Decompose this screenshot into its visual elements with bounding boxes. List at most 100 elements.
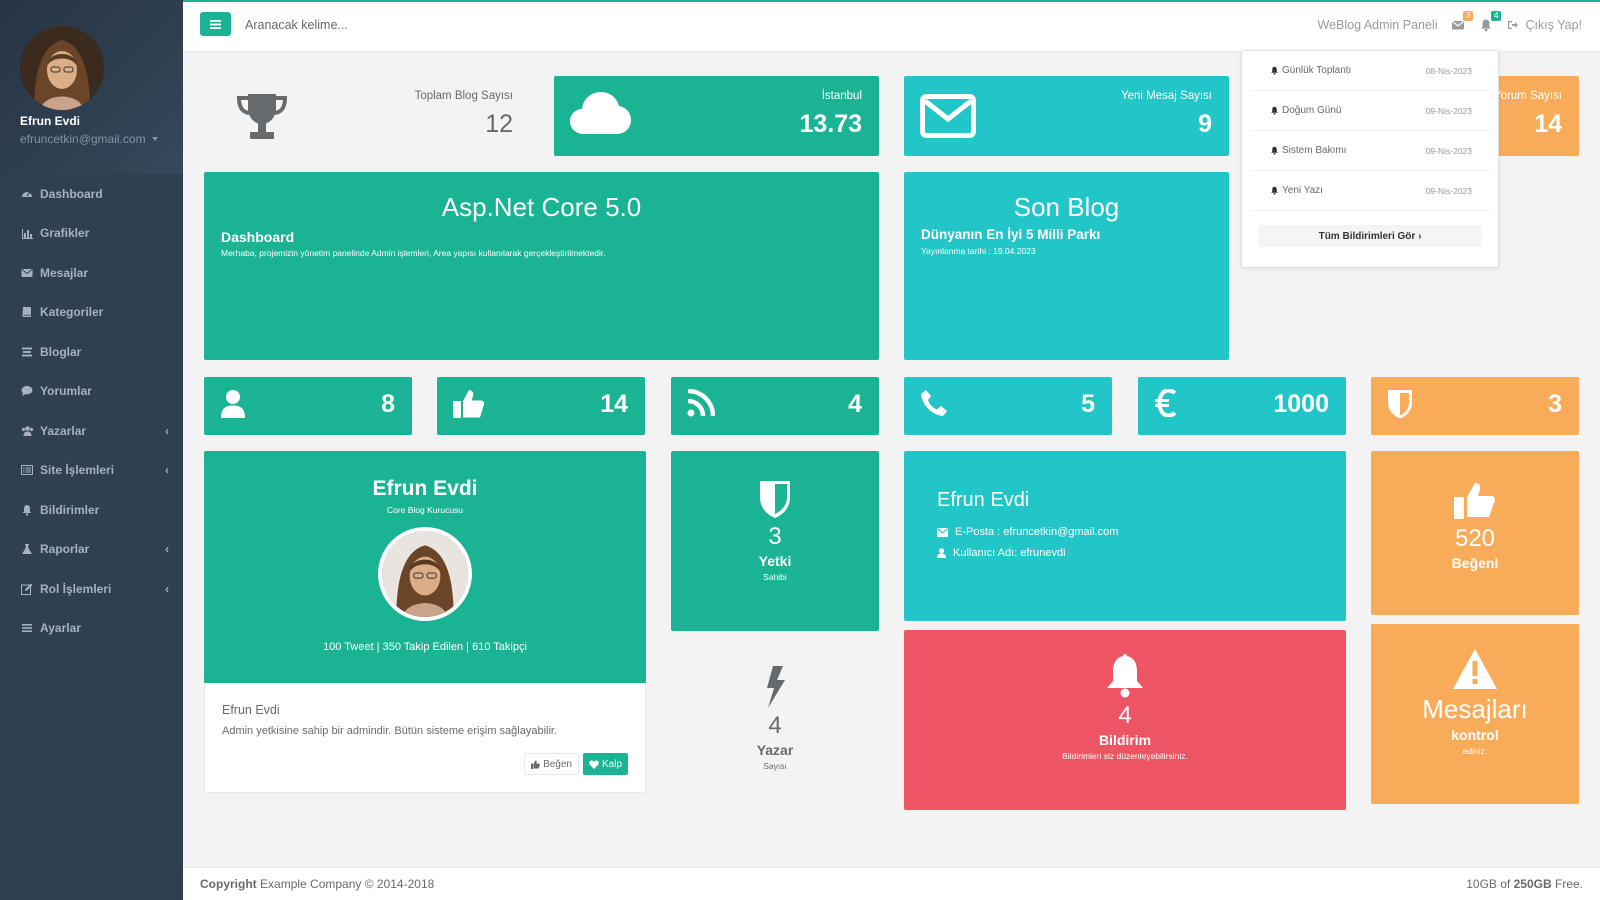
trophy-icon (236, 94, 288, 139)
footer: Copyright Example Company © 2014-2018 10… (183, 867, 1600, 900)
notification-item[interactable]: Sistem Bakımı 09-Nis-2023 (1250, 131, 1490, 171)
sidebar-item-rol-i-şlemleri[interactable]: Rol İşlemleri ‹ (0, 569, 183, 609)
notification-value: 4 (1118, 702, 1132, 729)
sidebar-item-label: Kategoriler (40, 305, 104, 320)
sidebar-item-yazarlar[interactable]: Yazarlar ‹ (0, 411, 183, 451)
contact-name: Efrun Evdi (937, 489, 1030, 511)
sidebar-item-mesajlar[interactable]: Mesajlar (0, 253, 183, 293)
sidebar-item-yorumlar[interactable]: Yorumlar (0, 372, 183, 412)
footer-copyright: Copyright Example Company © 2014-2018 (200, 877, 434, 891)
last-blog-panel: Son Blog Dünyanın En İyi 5 Milli Parkı Y… (904, 172, 1229, 360)
notification-title: Doğum Günü (1282, 105, 1342, 116)
notification-date: 08-Nis-2023 (1425, 65, 1472, 76)
stack-icon (21, 346, 33, 358)
sidebar-item-ayarlar[interactable]: Ayarlar (0, 609, 183, 649)
see-all-label: Tüm Bildirimleri Gör (1318, 230, 1416, 242)
sidebar-item-raporlar[interactable]: Raporlar ‹ (0, 530, 183, 570)
authority-label: Yetki (758, 553, 792, 569)
heart-icon (589, 760, 599, 769)
new-messages-value: 9 (1198, 110, 1212, 138)
notification-date: 09-Nis-2023 (1425, 145, 1472, 156)
profile-email: efruncetkin@gmail.com (20, 132, 146, 146)
messages-control-sub: ediniz. (1462, 746, 1488, 756)
blog-count-value: 12 (485, 110, 513, 138)
profile-bio-name: Efrun Evdi (222, 703, 280, 717)
weather-temp: 13.73 (799, 110, 862, 138)
bell-icon (1270, 106, 1279, 115)
book-icon (21, 306, 33, 318)
sidebar-item-dashboard[interactable]: Dashboard (0, 174, 183, 214)
new-messages-label: Yeni Mesaj Sayısı (1121, 90, 1212, 102)
sidebar-item-label: Bildirimler (40, 502, 100, 517)
thumbs-up-icon (1454, 483, 1495, 519)
logout-link[interactable]: Çıkış Yap! (1507, 18, 1582, 32)
notification-title: Yeni Yazı (1282, 185, 1323, 196)
asp-panel: Asp.Net Core 5.0 Dashboard Merhaba, proj… (204, 172, 879, 360)
stat-value: 4 (848, 390, 862, 418)
bell-icon (1270, 66, 1279, 75)
sidebar-item-grafikler[interactable]: Grafikler (0, 214, 183, 254)
caret-down-icon (151, 137, 158, 141)
euro-icon (1154, 389, 1178, 417)
sidebar-item-bloglar[interactable]: Bloglar (0, 332, 183, 372)
stat-card: 3 (1371, 377, 1579, 435)
writer-sub: Sayısı (763, 761, 787, 771)
chevron-left-icon: ‹ (165, 581, 169, 596)
stat-value: 5 (1081, 390, 1095, 418)
user-icon (937, 548, 946, 558)
sidebar-item-kategoriler[interactable]: Kategoriler (0, 293, 183, 333)
messages-control-title: Mesajları (1422, 694, 1528, 724)
notification-item[interactable]: Günlük Toplantı 08-Nis-2023 (1250, 51, 1490, 91)
weather-card: İstanbul 13.73 (554, 76, 879, 156)
chevron-left-icon: ‹ (165, 423, 169, 438)
users-icon (21, 425, 34, 437)
thumbs-up-icon (453, 389, 485, 419)
last-blog-post-title[interactable]: Dünyanın En İyi 5 Milli Parkı (921, 227, 1212, 242)
flask-icon (21, 543, 33, 555)
profile-name: Efrun Evdi (20, 114, 81, 128)
like-button[interactable]: Beğen (524, 753, 579, 775)
search-input[interactable] (245, 18, 545, 32)
likes-value: 520 (1454, 525, 1496, 552)
profile-card-name: Efrun Evdi (372, 477, 478, 500)
see-all-notifications-button[interactable]: Tüm Bildirimleri Gör › (1258, 225, 1482, 247)
notification-item[interactable]: Yeni Yazı 09-Nis-2023 (1250, 171, 1490, 211)
notification-date: 09-Nis-2023 (1425, 185, 1472, 196)
phone-icon (920, 389, 948, 417)
menu-toggle-button[interactable] (200, 12, 231, 36)
sidebar-item-label: Bloglar (40, 344, 82, 359)
stat-value: 1000 (1273, 390, 1329, 418)
list-icon (21, 622, 33, 634)
profile-email-dropdown[interactable]: efruncetkin@gmail.com (20, 132, 183, 146)
notification-title: Sistem Bakımı (1282, 145, 1347, 156)
envelope-icon (937, 527, 948, 537)
cloud-icon (570, 92, 631, 134)
stat-card: 5 (904, 377, 1112, 435)
rss-icon (687, 389, 715, 417)
sidebar-item-site-i-şlemleri[interactable]: Site İşlemleri ‹ (0, 451, 183, 491)
copyright-bold: Copyright (200, 877, 257, 891)
logout-label: Çıkış Yap! (1525, 18, 1582, 32)
sidebar-item-label: Raporlar (40, 542, 90, 557)
asp-panel-title: Asp.Net Core 5.0 (441, 192, 642, 222)
chevron-left-icon: ‹ (165, 463, 169, 478)
sidebar-item-bildirimler[interactable]: Bildirimler (0, 490, 183, 530)
mail-notification[interactable]: 3 (1451, 11, 1474, 32)
writer-label: Yazar (756, 742, 794, 758)
heart-button[interactable]: Kalp (582, 753, 628, 775)
bell-badge: 4 (1491, 11, 1502, 21)
comment-icon (21, 385, 33, 397)
sidebar-profile: Efrun Evdi efruncetkin@gmail.com (0, 0, 183, 174)
like-button-label: Beğen (543, 758, 572, 770)
bell-notification[interactable]: 4 (1479, 11, 1502, 32)
heart-button-label: Kalp (601, 758, 622, 770)
bar-chart-icon (21, 227, 33, 240)
likes-card: 520 Beğeni (1371, 451, 1579, 615)
avatar[interactable] (20, 26, 104, 110)
stat-card: 14 (437, 377, 645, 435)
notification-title: Günlük Toplantı (1282, 65, 1352, 76)
notification-item[interactable]: Doğum Günü 09-Nis-2023 (1250, 91, 1490, 131)
chevron-left-icon: ‹ (165, 542, 169, 557)
comment-count-label: Yorum Sayısı (1494, 90, 1562, 102)
notification-label: Bildirim (1098, 732, 1152, 748)
